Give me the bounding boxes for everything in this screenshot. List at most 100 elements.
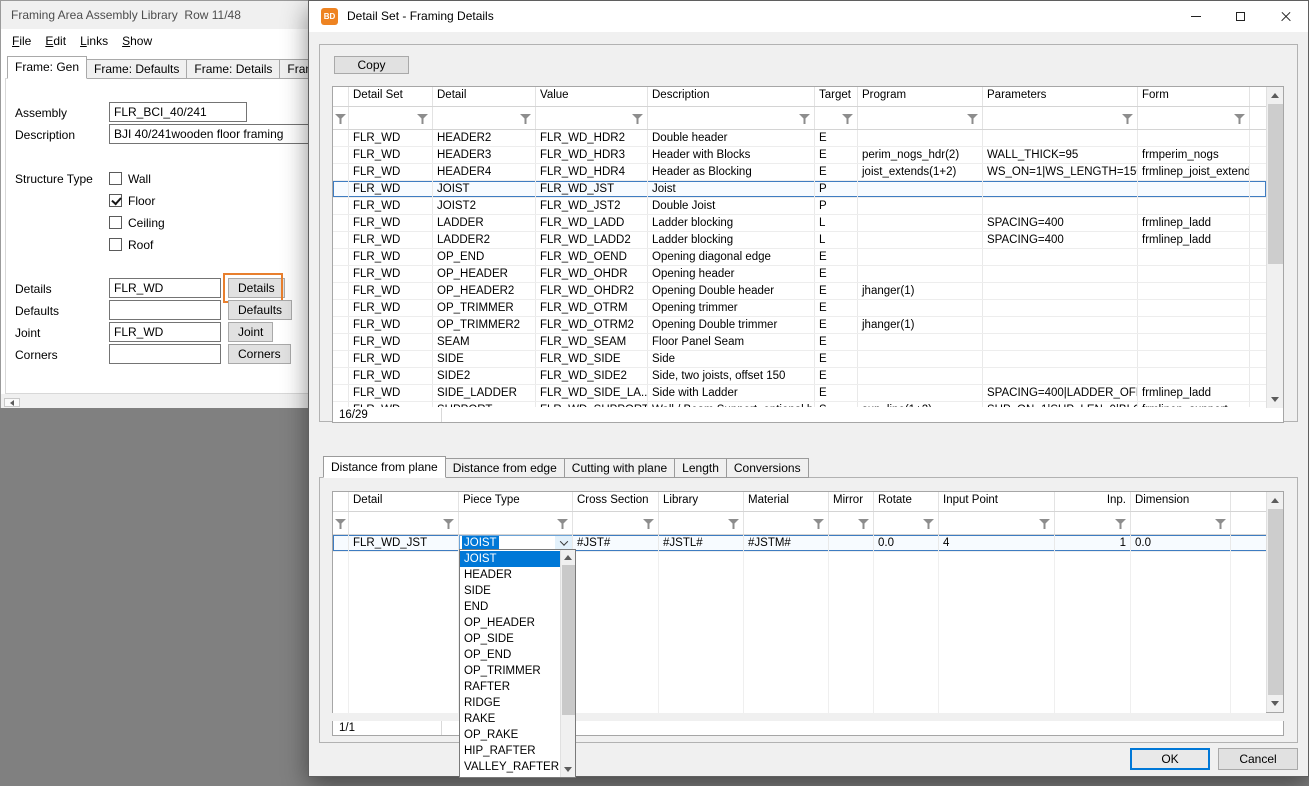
tab-distance-from-plane[interactable]: Distance from plane: [323, 456, 446, 478]
scroll-down-button[interactable]: [561, 762, 575, 777]
scroll-down-button[interactable]: [1267, 391, 1283, 408]
filter-icon[interactable]: [417, 114, 428, 124]
details-input[interactable]: FLR_WD: [109, 278, 221, 298]
header-detail[interactable]: Detail: [433, 87, 536, 106]
dropdown-item[interactable]: OP_END: [460, 647, 560, 663]
header-piece-type[interactable]: Piece Type: [459, 492, 573, 511]
header-material[interactable]: Material: [744, 492, 829, 511]
checkbox-roof[interactable]: Roof: [109, 237, 153, 252]
filter-icon[interactable]: [967, 114, 978, 124]
dropdown-item[interactable]: OP_TRIMMER: [460, 663, 560, 679]
checkbox-ceiling[interactable]: Ceiling: [109, 215, 165, 230]
table-row[interactable]: FLR_WDLADDERFLR_WD_LADDLadder blockingLS…: [333, 215, 1266, 232]
filter-icon[interactable]: [923, 519, 934, 529]
header-input-point[interactable]: Input Point: [939, 492, 1055, 511]
header-value[interactable]: Value: [536, 87, 648, 106]
vertical-scrollbar[interactable]: [1266, 492, 1283, 712]
header-target[interactable]: Target: [815, 87, 858, 106]
menu-file[interactable]: File: [5, 31, 38, 51]
filter-icon[interactable]: [1234, 114, 1245, 124]
table-row[interactable]: FLR_WDOP_HEADERFLR_WD_OHDROpening header…: [333, 266, 1266, 283]
dropdown-item[interactable]: HEADER: [460, 567, 560, 583]
filter-icon[interactable]: [1215, 519, 1226, 529]
filter-icon[interactable]: [520, 114, 531, 124]
copy-button[interactable]: Copy: [334, 56, 409, 74]
header-parameters[interactable]: Parameters: [983, 87, 1138, 106]
dropdown-item[interactable]: RAKE: [460, 711, 560, 727]
dropdown-scrollbar[interactable]: [560, 550, 575, 777]
dropdown-item[interactable]: OP_RAKE: [460, 727, 560, 743]
header-cross-section[interactable]: Cross Section: [573, 492, 659, 511]
menu-links[interactable]: Links: [73, 31, 115, 51]
table-row[interactable]: FLR_WDSEAMFLR_WD_SEAMFloor Panel SeamE: [333, 334, 1266, 351]
close-button[interactable]: [1263, 1, 1308, 32]
header-form[interactable]: Form: [1138, 87, 1250, 106]
table-row[interactable]: FLR_WDHEADER2FLR_WD_HDR2Double headerE: [333, 130, 1266, 147]
assembly-input[interactable]: FLR_BCI_40/241: [109, 102, 247, 122]
filter-icon[interactable]: [1039, 519, 1050, 529]
checkbox-wall[interactable]: Wall: [109, 171, 151, 186]
filter-icon[interactable]: [643, 519, 654, 529]
scrollbar-thumb[interactable]: [562, 565, 575, 715]
tab-cutting-with-plane[interactable]: Cutting with plane: [564, 458, 675, 478]
tab-frame-defaults[interactable]: Frame: Defaults: [86, 59, 187, 79]
filter-icon[interactable]: [842, 114, 853, 124]
table-row[interactable]: FLR_WDOP_TRIMMER2FLR_WD_OTRM2Opening Dou…: [333, 317, 1266, 334]
header-inp[interactable]: Inp.: [1055, 492, 1131, 511]
tab-distance-from-edge[interactable]: Distance from edge: [445, 458, 565, 478]
table-row[interactable]: FLR_WDJOISTFLR_WD_JSTJoistP: [333, 181, 1266, 198]
joint-input[interactable]: FLR_WD: [109, 322, 221, 342]
table-row[interactable]: FLR_WDOP_ENDFLR_WD_OENDOpening diagonal …: [333, 249, 1266, 266]
header-mirror[interactable]: Mirror: [829, 492, 874, 511]
filter-icon[interactable]: [443, 519, 454, 529]
corners-button[interactable]: Corners: [228, 344, 291, 364]
checkbox-floor[interactable]: Floor: [109, 193, 155, 208]
tab-conversions[interactable]: Conversions: [726, 458, 809, 478]
ok-button[interactable]: OK: [1130, 748, 1210, 770]
filter-icon[interactable]: [728, 519, 739, 529]
header-library[interactable]: Library: [659, 492, 744, 511]
scroll-up-button[interactable]: [1267, 492, 1283, 509]
table-row[interactable]: FLR_WDJOIST2FLR_WD_JST2Double JoistP: [333, 198, 1266, 215]
table-row[interactable]: FLR_WDLADDER2FLR_WD_LADD2Ladder blocking…: [333, 232, 1266, 249]
scroll-up-button[interactable]: [1267, 87, 1283, 104]
dropdown-item[interactable]: OP_HEADER: [460, 615, 560, 631]
vertical-scrollbar[interactable]: [1266, 87, 1283, 408]
menu-edit[interactable]: Edit: [38, 31, 73, 51]
table-row[interactable]: FLR_WDSIDEFLR_WD_SIDESideE: [333, 351, 1266, 368]
tab-length[interactable]: Length: [674, 458, 727, 478]
scroll-up-button[interactable]: [561, 550, 575, 565]
table-row[interactable]: FLR_WDOP_HEADER2FLR_WD_OHDR2Opening Doub…: [333, 283, 1266, 300]
dropdown-item[interactable]: RIDGE: [460, 695, 560, 711]
filter-icon[interactable]: [799, 114, 810, 124]
checkbox-box[interactable]: [109, 194, 122, 207]
filter-icon[interactable]: [1115, 519, 1126, 529]
defaults-input[interactable]: [109, 300, 221, 320]
checkbox-box[interactable]: [109, 238, 122, 251]
filter-icon[interactable]: [858, 519, 869, 529]
minimize-button[interactable]: [1173, 1, 1218, 32]
filter-icon[interactable]: [1122, 114, 1133, 124]
header-detail-set[interactable]: Detail Set: [349, 87, 433, 106]
header-description[interactable]: Description: [648, 87, 815, 106]
joint-button[interactable]: Joint: [228, 322, 273, 342]
defaults-button[interactable]: Defaults: [228, 300, 292, 320]
table-row[interactable]: FLR_WDHEADER4FLR_WD_HDR4Header as Blocki…: [333, 164, 1266, 181]
filter-icon[interactable]: [335, 519, 346, 529]
corners-input[interactable]: [109, 344, 221, 364]
tab-frame-details[interactable]: Frame: Details: [186, 59, 280, 79]
maximize-button[interactable]: [1218, 1, 1263, 32]
scrollbar-thumb[interactable]: [1268, 104, 1283, 264]
dropdown-item[interactable]: END: [460, 599, 560, 615]
table-row[interactable]: FLR_WDSIDE2FLR_WD_SIDE2Side, two joists,…: [333, 368, 1266, 385]
header-dimension[interactable]: Dimension: [1131, 492, 1231, 511]
scroll-down-button[interactable]: [1267, 695, 1283, 712]
dropdown-item[interactable]: RAFTER: [460, 679, 560, 695]
dropdown-item[interactable]: OP_SIDE: [460, 631, 560, 647]
checkbox-box[interactable]: [109, 216, 122, 229]
table-row[interactable]: FLR_WDSIDE_LADDERFLR_WD_SIDE_LA...Side w…: [333, 385, 1266, 402]
header-detail[interactable]: Detail: [349, 492, 459, 511]
checkbox-box[interactable]: [109, 172, 122, 185]
filter-icon[interactable]: [335, 114, 346, 124]
dropdown-item[interactable]: JOIST: [460, 551, 560, 567]
